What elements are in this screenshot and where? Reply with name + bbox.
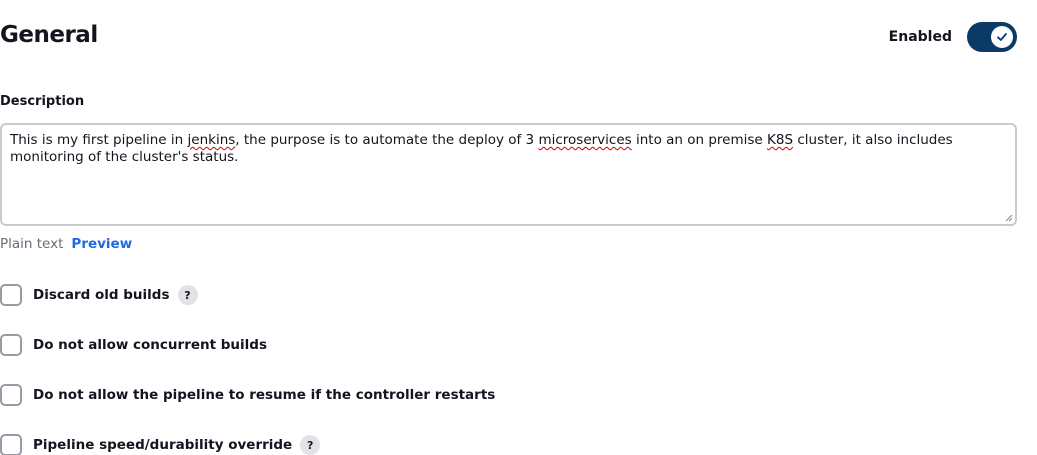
option-discard-old-builds: Discard old builds ? xyxy=(0,284,198,306)
no-concurrent-builds-checkbox[interactable] xyxy=(0,334,22,356)
description-text: This is my first pipeline in jenkins, th… xyxy=(10,132,953,165)
durability-override-checkbox[interactable] xyxy=(0,434,22,455)
enabled-control: Enabled xyxy=(889,22,1017,52)
option-label: Discard old builds xyxy=(33,287,170,303)
discard-old-builds-checkbox[interactable] xyxy=(0,284,22,306)
misspelled-word: microservices xyxy=(538,132,632,148)
section-title: General xyxy=(0,22,98,48)
option-durability-override: Pipeline speed/durability override ? xyxy=(0,434,321,455)
resize-grip-icon[interactable] xyxy=(1005,214,1013,222)
enabled-toggle[interactable] xyxy=(967,22,1017,52)
description-segment: into an on premise xyxy=(631,132,768,148)
description-segment: This is my first pipeline in xyxy=(10,132,188,148)
misspelled-word: jenkins xyxy=(187,132,236,148)
option-label: Do not allow concurrent builds xyxy=(33,337,267,353)
checkmark-icon xyxy=(997,33,1007,41)
toggle-knob xyxy=(991,26,1013,48)
description-segment: , the purpose is to automate the deploy … xyxy=(235,132,539,148)
option-no-resume: Do not allow the pipeline to resume if t… xyxy=(0,384,495,406)
help-icon[interactable]: ? xyxy=(177,285,198,305)
no-resume-checkbox[interactable] xyxy=(0,384,22,406)
preview-link[interactable]: Preview xyxy=(71,236,132,252)
misspelled-word: K8S xyxy=(767,132,794,148)
plain-text-label: Plain text xyxy=(0,236,64,252)
option-label: Do not allow the pipeline to resume if t… xyxy=(33,387,496,403)
enabled-label: Enabled xyxy=(888,29,952,45)
option-no-concurrent-builds: Do not allow concurrent builds xyxy=(0,334,267,356)
help-icon[interactable]: ? xyxy=(300,435,321,455)
option-label: Pipeline speed/durability override xyxy=(33,437,293,453)
general-section: General Enabled Description This is my f… xyxy=(0,0,1037,455)
description-label: Description xyxy=(0,94,85,109)
description-textarea[interactable]: This is my first pipeline in jenkins, th… xyxy=(0,123,1017,226)
format-switcher: Plain text Preview xyxy=(0,236,132,252)
